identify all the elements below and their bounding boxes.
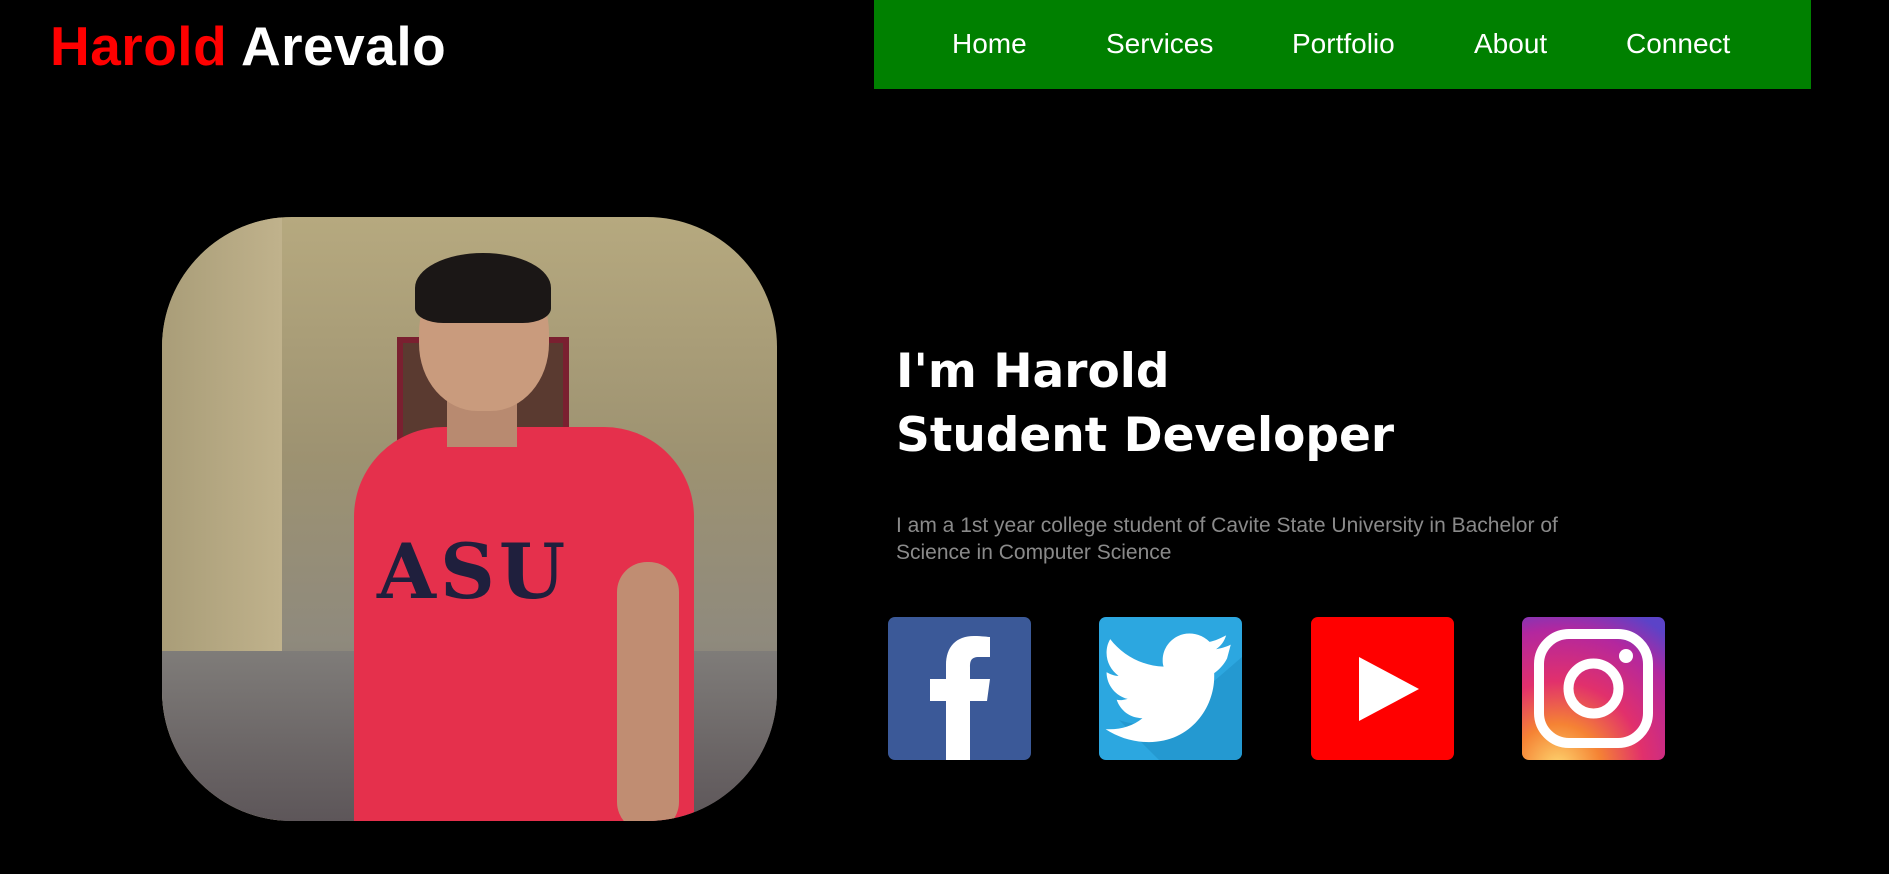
nav-services-link[interactable]: Services [1106,28,1213,60]
instagram-icon [1522,617,1665,760]
hero-headline: I'm Harold Student Developer [896,340,1394,468]
facebook-link[interactable] [888,617,1031,760]
main-nav: Home Services Portfolio About Connect [874,0,1811,89]
facebook-icon [888,617,1031,760]
nav-portfolio-link[interactable]: Portfolio [1292,28,1395,60]
logo-last-name: Arevalo [240,15,447,77]
site-logo[interactable]: Harold Arevalo [50,14,446,78]
nav-home-link[interactable]: Home [952,28,1027,60]
nav-about-link[interactable]: About [1474,28,1547,60]
instagram-link[interactable] [1522,617,1665,760]
hero-bio: I am a 1st year college student of Cavit… [896,514,1558,564]
nav-connect-link[interactable]: Connect [1626,28,1730,60]
twitter-icon [1099,617,1242,760]
shirt-print: ASU [377,527,570,616]
youtube-link[interactable] [1311,617,1454,760]
hero-role: Student Developer [896,408,1395,463]
logo-first-name: Harold [50,15,228,77]
hero-greeting: I'm Harold [896,344,1170,399]
twitter-link[interactable] [1099,617,1242,760]
youtube-icon [1311,617,1454,760]
profile-photo: ASU [162,217,777,821]
